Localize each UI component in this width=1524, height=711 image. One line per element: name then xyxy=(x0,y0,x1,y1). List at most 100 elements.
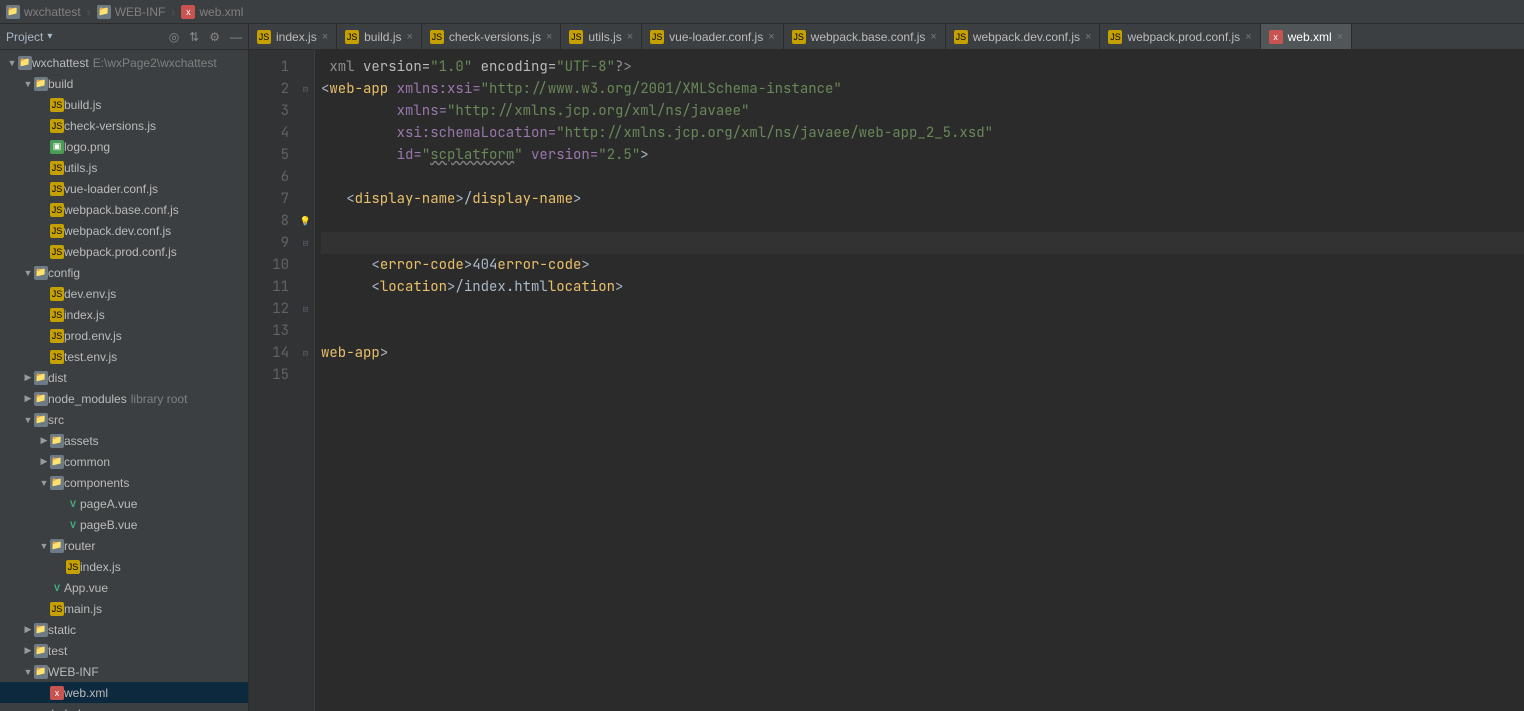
tree-twisty[interactable]: ▼ xyxy=(22,268,34,278)
tree-twisty[interactable]: ▶ xyxy=(22,645,34,656)
tree-row[interactable]: JS vue-loader.conf.js xyxy=(0,178,248,199)
tree-row[interactable]: V pageA.vue xyxy=(0,493,248,514)
breadcrumb-item[interactable]: 📁WEB-INF xyxy=(97,5,166,19)
tree-row[interactable]: ▭ .babelrc xyxy=(0,703,248,711)
bulb-icon[interactable]: 💡 xyxy=(300,210,311,232)
tree-row[interactable]: JS test.env.js xyxy=(0,346,248,367)
fold-marker[interactable] xyxy=(297,122,314,144)
gear-icon[interactable]: ⚙ xyxy=(209,30,220,44)
tree-twisty[interactable]: ▶ xyxy=(38,435,50,446)
fold-marker[interactable]: ⊟ xyxy=(297,342,314,364)
editor-tab[interactable]: JSindex.js× xyxy=(249,24,337,49)
tree-row[interactable]: ▼📁 config xyxy=(0,262,248,283)
tree-row[interactable]: JS utils.js xyxy=(0,157,248,178)
tree-twisty[interactable]: ▶ xyxy=(22,372,34,383)
tree-row[interactable]: JS prod.env.js xyxy=(0,325,248,346)
code-line[interactable] xyxy=(321,298,1524,320)
tree-row[interactable]: ▶📁 static xyxy=(0,619,248,640)
editor-tab[interactable]: JSvue-loader.conf.js× xyxy=(642,24,784,49)
tree-row[interactable]: JS webpack.dev.conf.js xyxy=(0,220,248,241)
editor-tab[interactable]: JSwebpack.prod.conf.js× xyxy=(1100,24,1260,49)
code-line[interactable]: xsi:schemaLocation="http://xmlns.jcp.org… xyxy=(321,122,1524,144)
collapse-icon[interactable]: ⇅ xyxy=(189,30,199,44)
editor-tab[interactable]: xweb.xml× xyxy=(1261,24,1352,49)
tree-row[interactable]: JS check-versions.js xyxy=(0,115,248,136)
fold-marker[interactable] xyxy=(297,276,314,298)
tree-row[interactable]: JS index.js xyxy=(0,556,248,577)
tree-twisty[interactable]: ▶ xyxy=(22,393,34,404)
minimize-icon[interactable]: — xyxy=(230,30,242,44)
tree-row[interactable]: ▶📁 assets xyxy=(0,430,248,451)
tree-twisty[interactable]: ▶ xyxy=(22,624,34,635)
tree-twisty[interactable]: ▶ xyxy=(38,456,50,467)
close-icon[interactable]: × xyxy=(930,31,936,43)
close-icon[interactable]: × xyxy=(1085,31,1091,43)
fold-marker[interactable] xyxy=(297,254,314,276)
fold-marker[interactable] xyxy=(297,166,314,188)
fold-marker[interactable] xyxy=(297,188,314,210)
fold-marker[interactable]: ⊟ xyxy=(297,298,314,320)
tree-row[interactable]: ▶📁 common xyxy=(0,451,248,472)
tool-title[interactable]: Project ▾ xyxy=(6,30,52,44)
breadcrumb-item[interactable]: xweb.xml xyxy=(181,5,243,19)
tree-row[interactable]: ▼📁 src xyxy=(0,409,248,430)
code-line[interactable] xyxy=(321,232,1524,254)
tree-row[interactable]: ▼📁 wxchattestE:\wxPage2\wxchattest xyxy=(0,52,248,73)
code-area[interactable]: xml version="1.0" encoding="UTF-8"?><web… xyxy=(315,50,1524,711)
fold-marker[interactable] xyxy=(297,320,314,342)
code-line[interactable]: <display-name>/display-name> xyxy=(321,188,1524,210)
tree-twisty[interactable]: ▼ xyxy=(22,415,34,425)
tree-row[interactable]: ▶📁 test xyxy=(0,640,248,661)
editor-tab[interactable]: JSwebpack.dev.conf.js× xyxy=(946,24,1101,49)
close-icon[interactable]: × xyxy=(627,31,633,43)
fold-marker[interactable]: ⊟ xyxy=(297,78,314,100)
editor-tab[interactable]: JScheck-versions.js× xyxy=(422,24,561,49)
tree-twisty[interactable]: ▼ xyxy=(6,58,18,68)
code-line[interactable] xyxy=(321,320,1524,342)
tree-row[interactable]: V pageB.vue xyxy=(0,514,248,535)
tree-row[interactable]: JS dev.env.js xyxy=(0,283,248,304)
tree-row[interactable]: ▼📁 components xyxy=(0,472,248,493)
tree-row[interactable]: JS index.js xyxy=(0,304,248,325)
tree-row[interactable]: ▶📁 node_moduleslibrary root xyxy=(0,388,248,409)
fold-marker[interactable] xyxy=(297,56,314,78)
code-line[interactable] xyxy=(321,210,1524,232)
tree-row[interactable]: JS build.js xyxy=(0,94,248,115)
tree-row[interactable]: x web.xml xyxy=(0,682,248,703)
code-line[interactable] xyxy=(321,364,1524,386)
code-line[interactable]: xmlns="http://xmlns.jcp.org/xml/ns/javae… xyxy=(321,100,1524,122)
locate-icon[interactable]: ◎ xyxy=(169,30,179,44)
tree-row[interactable]: ▼📁 router xyxy=(0,535,248,556)
close-icon[interactable]: × xyxy=(768,31,774,43)
tree-row[interactable]: JS webpack.prod.conf.js xyxy=(0,241,248,262)
code-line[interactable]: web-app> xyxy=(321,342,1524,364)
tree-row[interactable]: ▶📁 dist xyxy=(0,367,248,388)
fold-marker[interactable] xyxy=(297,100,314,122)
tree-row[interactable]: ▣ logo.png xyxy=(0,136,248,157)
editor-tab[interactable]: JSbuild.js× xyxy=(337,24,422,49)
fold-marker[interactable] xyxy=(297,364,314,386)
code-line[interactable]: id="scplatform" version="2.5"> xyxy=(321,144,1524,166)
code-line[interactable]: <web-app xmlns:xsi="http://www.w3.org/20… xyxy=(321,78,1524,100)
tree-row[interactable]: JS webpack.base.conf.js xyxy=(0,199,248,220)
tree-twisty[interactable]: ▼ xyxy=(22,667,34,677)
breadcrumb-item[interactable]: 📁wxchattest xyxy=(6,5,81,19)
tree-row[interactable]: ▼📁 build xyxy=(0,73,248,94)
tree-row[interactable]: V App.vue xyxy=(0,577,248,598)
code-line[interactable]: xml version="1.0" encoding="UTF-8"?> xyxy=(321,56,1524,78)
editor-tab[interactable]: JSutils.js× xyxy=(561,24,642,49)
tree-twisty[interactable]: ▼ xyxy=(38,541,50,551)
fold-marker[interactable] xyxy=(297,144,314,166)
tree-row[interactable]: JS main.js xyxy=(0,598,248,619)
close-icon[interactable]: × xyxy=(1337,31,1343,43)
tree-twisty[interactable]: ▼ xyxy=(22,79,34,89)
tree-row[interactable]: ▼📁 WEB-INF xyxy=(0,661,248,682)
code-line[interactable] xyxy=(321,166,1524,188)
project-tree[interactable]: ▼📁 wxchattestE:\wxPage2\wxchattest▼📁 bui… xyxy=(0,50,248,711)
code-line[interactable]: <location>/index.htmllocation> xyxy=(321,276,1524,298)
fold-marker[interactable]: ⊟ xyxy=(297,232,314,254)
tree-twisty[interactable]: ▼ xyxy=(38,478,50,488)
close-icon[interactable]: × xyxy=(322,31,328,43)
close-icon[interactable]: × xyxy=(546,31,552,43)
close-icon[interactable]: × xyxy=(406,31,412,43)
